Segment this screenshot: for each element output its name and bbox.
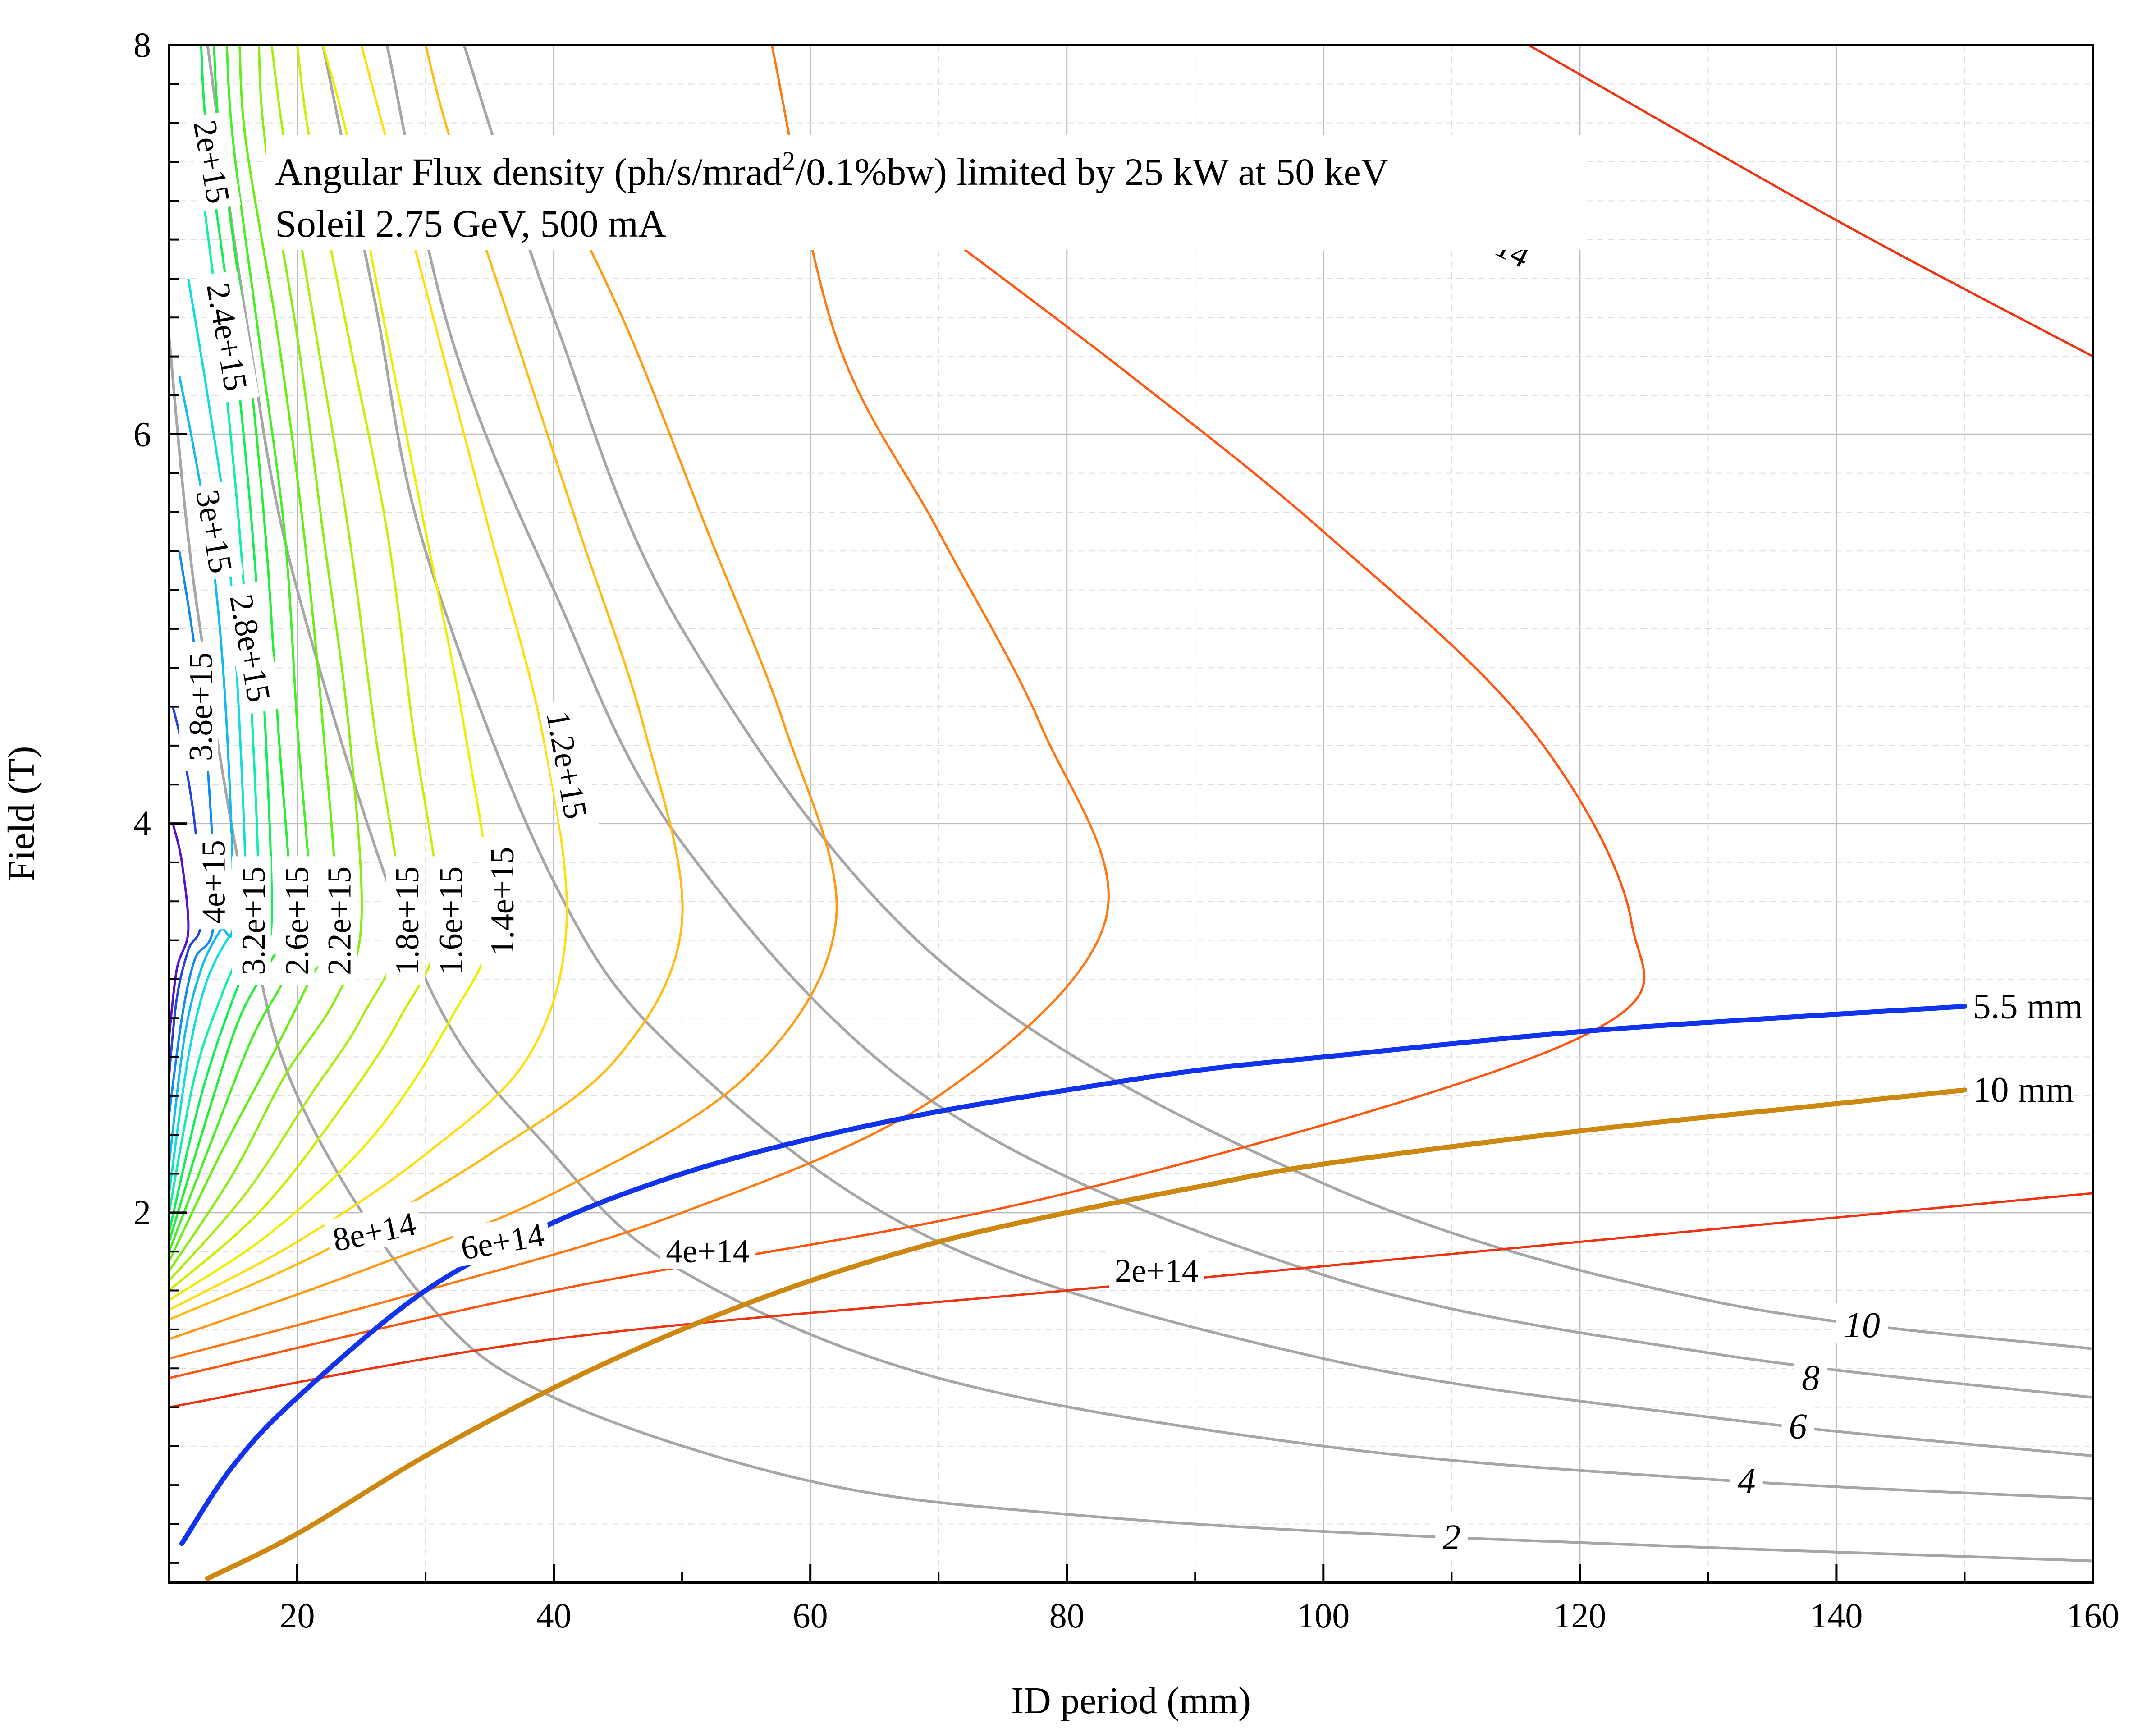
y-tick-label: 2 [133, 1193, 151, 1232]
flux-label-group: 1.8e+15 [386, 856, 426, 985]
flux-contour-label: 1.8e+15 [389, 866, 426, 975]
gap-curve [179, 1004, 1967, 1546]
y-tick-label: 6 [133, 414, 151, 454]
flux-label-group: 2e+14 [1109, 1249, 1204, 1289]
flux-contour-label: 1.6e+15 [433, 866, 470, 975]
x-tick-label: 120 [1553, 1596, 1606, 1635]
gap-curve [205, 1087, 1967, 1581]
flux-label-group: 4e+14 [660, 1230, 755, 1270]
plot-frame [168, 44, 2094, 1584]
x-tick-label: 160 [2067, 1596, 2119, 1635]
flux-contour-label: 2.6e+15 [279, 866, 316, 975]
x-tick-label: 100 [1297, 1596, 1350, 1635]
flux-label-group: 1.2e+15 [538, 697, 600, 832]
flux-label-group: 4e+15 [192, 834, 233, 930]
flux-contour-line [169, 823, 190, 1038]
k-contour-label: 4 [1738, 1462, 1756, 1501]
flux-label-group: 1.4e+15 [481, 837, 521, 966]
x-tick-label: 20 [280, 1596, 315, 1635]
k-contour-label: 8 [1802, 1358, 1820, 1398]
flux-contour-label: 3.2e+15 [235, 866, 272, 975]
flux-contour-label: 2e+14 [1115, 1252, 1199, 1289]
flux-contour-label: 4e+14 [666, 1233, 750, 1270]
flux-label-group: 3.2e+15 [232, 856, 272, 985]
y-tick-label: 4 [133, 804, 151, 843]
k-contour-label: 2 [1442, 1518, 1460, 1558]
x-tick-label: 60 [793, 1596, 828, 1635]
x-tick-label: 140 [1810, 1596, 1863, 1635]
flux-label-group: 2.2e+15 [318, 856, 358, 985]
flux-contour-label: 2.2e+15 [321, 866, 358, 975]
contour-lines [169, 45, 2093, 1581]
annotation-superscript: 2 [782, 146, 795, 175]
x-tick-label: 40 [536, 1596, 572, 1635]
annotation-line-1-prefix: Angular Flux density (ph/s/mrad [275, 150, 782, 193]
flux-contour-label: 1.4e+15 [484, 847, 521, 956]
gap-curve-label: 10 mm [1973, 1070, 2074, 1110]
annotation-line-1-suffix: /0.1%bw) limited by 25 kW at 50 keV [795, 150, 1389, 193]
contour-chart: 5.5 mm10 mm2468102e+142e+144e+146e+148e+… [0, 25, 2119, 1722]
flux-label-group: 2.6e+15 [275, 856, 316, 985]
annotation-line-1: Angular Flux density (ph/s/mrad2/0.1%bw)… [275, 146, 1389, 193]
annotation-line-2: Soleil 2.75 GeV, 500 mA [275, 202, 666, 245]
y-axis-label: Field (T) [0, 746, 42, 882]
annotation: Angular Flux density (ph/s/mrad2/0.1%bw)… [266, 135, 1587, 250]
grid [169, 44, 2094, 1582]
flux-contour-label: 4e+15 [196, 840, 233, 924]
k-contour-label: 10 [1844, 1306, 1880, 1345]
flux-label-group: 3e+15 [188, 481, 244, 582]
x-tick-label: 80 [1049, 1596, 1085, 1635]
k-contour-label: 6 [1789, 1407, 1807, 1447]
contour-labels: 5.5 mm10 mm2468102e+142e+144e+146e+148e+… [179, 111, 2087, 1558]
flux-contour-label: 2e+15 [186, 118, 237, 206]
flux-label-group: 3.8e+15 [179, 642, 220, 771]
x-axis-label: ID period (mm) [1011, 1680, 1251, 1722]
flux-contour-label: 3e+15 [188, 487, 239, 576]
flux-label-group: 1.6e+15 [430, 856, 470, 985]
y-tick-label: 8 [133, 25, 151, 64]
gap-curve-label: 5.5 mm [1973, 986, 2083, 1026]
flux-contour-label: 3.8e+15 [183, 652, 220, 761]
